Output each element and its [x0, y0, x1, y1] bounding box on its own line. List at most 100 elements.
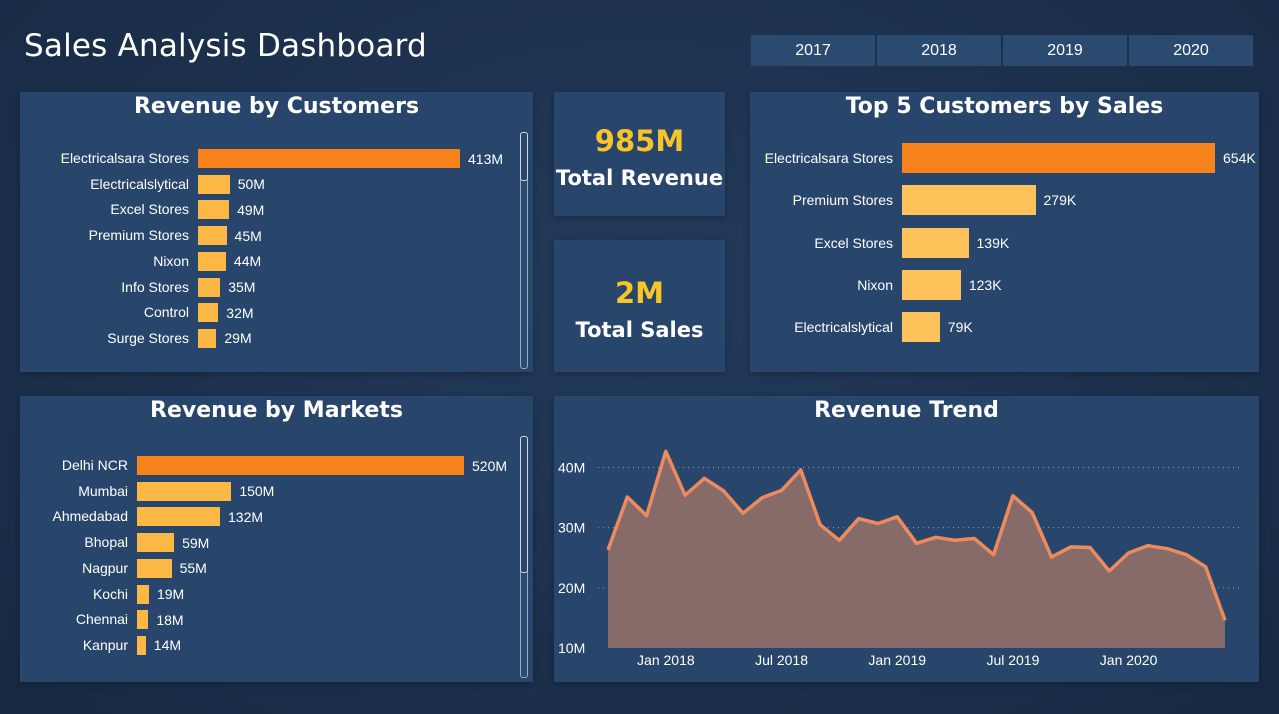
bar-data-label: 79K	[947, 319, 973, 336]
bar[interactable]	[137, 456, 464, 475]
year-slicer: 2017 2018 2019 2020	[751, 35, 1253, 66]
y-tick-label: 30M	[558, 520, 585, 536]
bar-row[interactable]: Kanpur 14M	[20, 635, 533, 656]
top5-customers-title: Top 5 Customers by Sales	[845, 94, 1164, 119]
bar-category-label: Surge Stores	[107, 329, 189, 346]
bar[interactable]	[137, 610, 149, 630]
bar-row[interactable]: Excel Stores 139K	[750, 227, 1259, 258]
year-button-2019[interactable]: 2019	[1003, 35, 1127, 66]
bar-data-label: 18M	[156, 611, 184, 628]
bar-data-label: 413M	[468, 150, 504, 167]
bar-row[interactable]: Mumbai 150M	[20, 481, 533, 502]
bar-row[interactable]: Chennai 18M	[20, 610, 533, 630]
y-tick-label: 10M	[558, 640, 585, 656]
bar-category-label: Chennai	[75, 611, 128, 628]
bar-data-label: 44M	[233, 253, 262, 270]
bar-row[interactable]: Nixon 44M	[20, 251, 533, 272]
bar-row[interactable]: Control 32M	[20, 303, 533, 323]
bar-category-label: Kochi	[92, 585, 128, 602]
bar-data-label: 150M	[239, 483, 275, 500]
total-revenue-card: 985M Total Revenue	[554, 92, 725, 216]
bar[interactable]	[198, 226, 227, 246]
revenue-by-markets-scrollbar[interactable]	[520, 436, 528, 678]
bar-category-label: Excel Stores	[814, 234, 893, 251]
revenue-trend-panel: Revenue Trend 10M 20M 30M 40M Jan 2018 Jul 20…	[554, 396, 1259, 682]
revenue-by-customers-title: Revenue by Customers	[133, 94, 420, 119]
bar-data-label: 59M	[182, 534, 210, 551]
bar-data-label: 32M	[226, 304, 254, 321]
bar-category-label: Premium Stores	[792, 192, 893, 209]
bar[interactable]	[137, 507, 220, 527]
scroll-thumb[interactable]	[520, 436, 528, 573]
bar-data-label: 45M	[234, 227, 262, 244]
bar-row[interactable]: Bhopal 59M	[20, 533, 533, 553]
bar[interactable]	[137, 558, 172, 578]
bar-category-label: Excel Stores	[110, 201, 189, 218]
bar-data-label: 19M	[156, 586, 185, 602]
bar-row[interactable]: Premium Stores 279K	[750, 185, 1259, 216]
bar-row[interactable]: Surge Stores 29M	[20, 328, 533, 349]
bar[interactable]	[902, 312, 940, 343]
bar-category-label: Mumbai	[78, 482, 128, 499]
bar-row[interactable]: Electricalslytical 79K	[750, 312, 1259, 343]
bar-data-label: 50M	[237, 176, 265, 193]
bar-data-label: 49M	[237, 201, 265, 218]
total-revenue-label: Total Revenue	[555, 166, 724, 190]
bar-row[interactable]: Electricalsara Stores 413M	[20, 149, 533, 169]
bar-row[interactable]: Ahmedabad 132M	[20, 507, 533, 527]
y-tick-label: 40M	[558, 460, 585, 476]
revenue-by-customers-scrollbar[interactable]	[520, 132, 528, 369]
bar-category-label: Premium Stores	[88, 227, 189, 244]
scroll-thumb[interactable]	[520, 132, 528, 181]
bar[interactable]	[137, 533, 175, 553]
bar[interactable]	[198, 174, 230, 194]
top5-customers-panel: Top 5 Customers by Sales Electricalsara …	[750, 92, 1259, 372]
total-sales-label: Total Sales	[575, 318, 704, 342]
bar-row[interactable]: Electricalsara Stores 654K	[750, 143, 1259, 173]
bar[interactable]	[198, 200, 230, 220]
x-tick-label: Jul 2019	[986, 652, 1039, 668]
bar-row[interactable]: Excel Stores 49M	[20, 200, 533, 220]
year-button-2020[interactable]: 2020	[1129, 35, 1253, 66]
bar-category-label: Ahmedabad	[52, 508, 128, 525]
bar-category-label: Nagpur	[82, 559, 128, 576]
bar-row[interactable]: Electricalslytical 50M	[20, 174, 533, 195]
bar[interactable]	[198, 328, 217, 348]
bar[interactable]	[902, 143, 1215, 173]
bar[interactable]	[198, 303, 219, 323]
bar[interactable]	[137, 584, 149, 604]
bar-category-label: Electricalslytical	[794, 319, 893, 336]
year-button-2018[interactable]: 2018	[877, 35, 1001, 66]
bar[interactable]	[137, 481, 232, 501]
bar-row[interactable]: Delhi NCR 520M	[20, 456, 533, 476]
bar-row[interactable]: Kochi 19M	[20, 584, 533, 605]
revenue-by-markets-panel: Revenue by Markets Delhi NCR 520M Mumbai 15…	[20, 396, 533, 682]
bar-row[interactable]: Premium Stores 45M	[20, 226, 533, 246]
bar-data-label: 279K	[1043, 192, 1077, 209]
bar[interactable]	[902, 269, 961, 300]
bar-data-label: 520M	[472, 457, 508, 474]
bar-data-label: 29M	[224, 330, 252, 347]
total-sales-card: 2M Total Sales	[554, 240, 725, 372]
bar-row[interactable]: Nixon 123K	[750, 269, 1259, 300]
bar-category-label: Electricalsara Stores	[60, 150, 189, 166]
bar-category-label: Bhopal	[84, 534, 128, 551]
bar-row[interactable]: Nagpur 55M	[20, 558, 533, 579]
year-button-2017[interactable]: 2017	[751, 35, 875, 66]
bar[interactable]	[902, 185, 1036, 216]
bar-category-label: Nixon	[153, 252, 189, 269]
bar-row[interactable]: Info Stores 35M	[20, 277, 533, 298]
bar[interactable]	[198, 149, 460, 168]
bar-category-label: Delhi NCR	[61, 457, 128, 473]
bar[interactable]	[137, 635, 146, 655]
y-tick-label: 20M	[558, 580, 585, 596]
bar[interactable]	[902, 227, 969, 258]
x-tick-label: Jul 2018	[755, 652, 808, 668]
bar-data-label: 35M	[228, 279, 256, 295]
bar-category-label: Electricalsara Stores	[764, 150, 893, 166]
bar[interactable]	[198, 277, 221, 297]
page-title: Sales Analysis Dashboard	[24, 28, 427, 64]
x-tick-label: Jan 2019	[868, 652, 926, 668]
bar[interactable]	[198, 251, 226, 271]
bar-data-label: 123K	[968, 276, 1002, 293]
